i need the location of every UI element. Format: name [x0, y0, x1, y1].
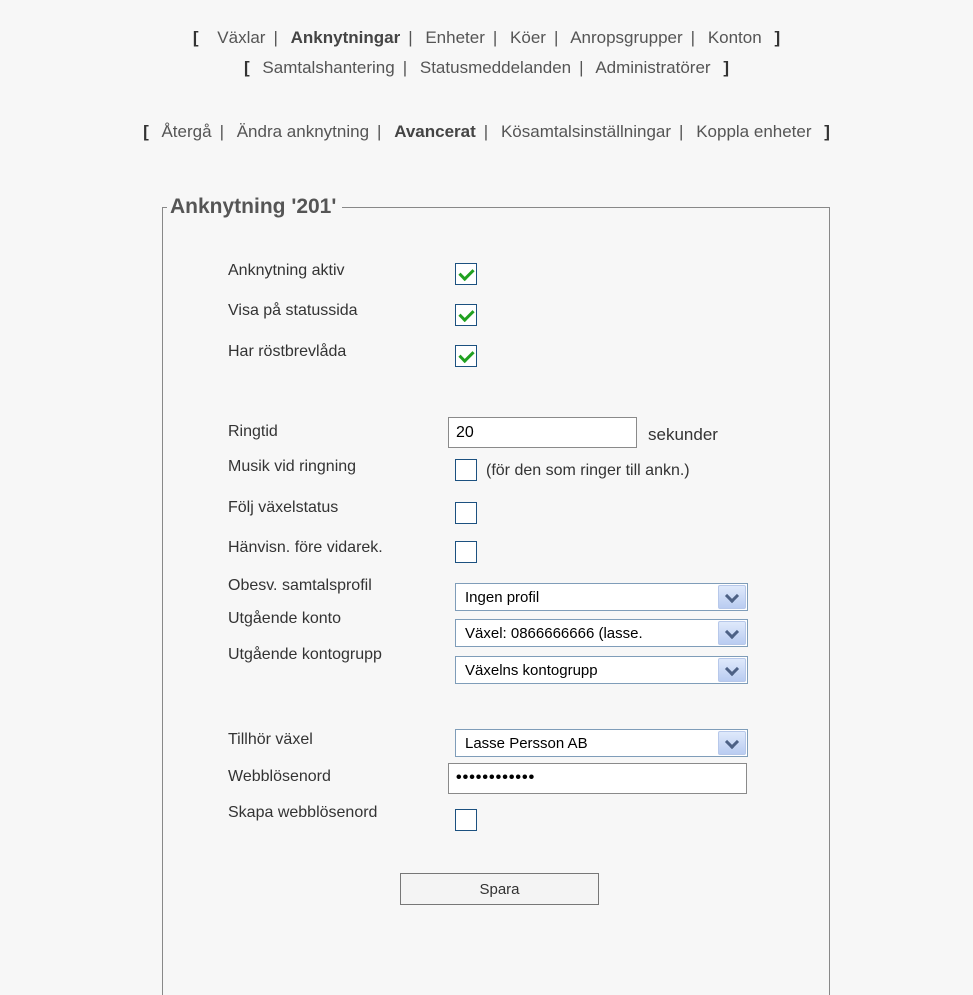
label-follow-status: Följ växelstatus [228, 499, 339, 516]
nav-konton[interactable]: Konton [708, 28, 762, 47]
chevron-down-icon[interactable] [718, 621, 746, 645]
label-unanswered-profile: Obesv. samtalsprofil [228, 577, 372, 594]
nav-samtalshantering[interactable]: Samtalshantering [262, 58, 394, 77]
chevron-down-icon[interactable] [718, 658, 746, 682]
bracket-open: [ [192, 28, 199, 47]
label-web-password: Webblösenord [228, 768, 331, 785]
web-password-input[interactable] [448, 763, 747, 794]
fieldset-legend: Anknytning '201' [170, 195, 337, 218]
bracket-close: ] [723, 58, 729, 77]
label-music: Musik vid ringning [228, 458, 357, 475]
label-active: Anknytning aktiv [228, 262, 345, 279]
label-status-page: Visa på statussida [228, 302, 358, 319]
main-nav-row-1: [ Växlar | Anknytningar | Enheter | Köer | A… [192, 28, 781, 47]
nav-anropsgrupper[interactable]: Anropsgrupper [570, 28, 682, 47]
label-referral: Hänvisn. före vidarek. [228, 539, 383, 556]
outgoing-group-select[interactable]: Växelns kontogrupp [455, 656, 748, 684]
label-outgoing-account: Utgående konto [228, 610, 341, 627]
select-value: Lasse Persson AB [465, 735, 588, 752]
select-value: Växelns kontogrupp [465, 662, 598, 679]
label-outgoing-group: Utgående kontogrupp [228, 646, 382, 663]
subnav-kosamtalsinstallningar[interactable]: Kösamtalsinställningar [501, 122, 671, 141]
select-value: Ingen profil [465, 589, 540, 606]
outgoing-account-select[interactable]: Växel: 0866666666 (lasse. [455, 619, 748, 647]
sub-nav: [ Återgå | Ändra anknytning | Avancerat | K… [143, 122, 830, 141]
checkbox-voicemail[interactable] [455, 345, 477, 367]
bracket-open: [ [244, 58, 250, 77]
nav-statusmeddelanden[interactable]: Statusmeddelanden [420, 58, 571, 77]
chevron-down-icon[interactable] [718, 731, 746, 755]
chevron-down-icon[interactable] [718, 585, 746, 609]
belongs-to-select[interactable]: Lasse Persson AB [455, 729, 748, 757]
nav-administratorer[interactable]: Administratörer [595, 58, 710, 77]
nav-koer[interactable]: Köer [510, 28, 546, 47]
checkbox-follow-status[interactable] [455, 502, 477, 524]
main-nav-row-2: [ Samtalshantering | Statusmeddelanden | A… [244, 58, 729, 77]
bracket-close: ] [774, 28, 781, 47]
subnav-koppla-enheter[interactable]: Koppla enheter [696, 122, 811, 141]
subnav-andra-anknytning[interactable]: Ändra anknytning [237, 122, 369, 141]
checkbox-referral[interactable] [455, 541, 477, 563]
checkbox-music[interactable] [455, 459, 477, 481]
subnav-avancerat[interactable]: Avancerat [394, 122, 476, 141]
label-create-web-password: Skapa webblösenord [228, 804, 378, 821]
bracket-close: ] [824, 122, 830, 141]
select-value: Växel: 0866666666 (lasse. [465, 625, 643, 642]
label-belongs-to: Tillhör växel [228, 731, 313, 748]
nav-vaxlar[interactable]: Växlar [217, 28, 265, 47]
subnav-atergaa[interactable]: Återgå [161, 122, 211, 141]
nav-anknytningar[interactable]: Anknytningar [291, 28, 401, 47]
label-voicemail: Har röstbrevlåda [228, 343, 347, 360]
checkbox-active[interactable] [455, 263, 477, 285]
bracket-open: [ [143, 122, 149, 141]
checkbox-status-page[interactable] [455, 304, 477, 326]
music-note: (för den som ringer till ankn.) [486, 462, 690, 479]
nav-enheter[interactable]: Enheter [425, 28, 485, 47]
label-ringtime: Ringtid [228, 423, 278, 440]
save-button[interactable]: Spara [400, 873, 599, 905]
unanswered-profile-select[interactable]: Ingen profil [455, 583, 748, 611]
ringtime-unit: sekunder [648, 425, 718, 444]
ringtime-input[interactable] [448, 417, 637, 448]
checkbox-create-web-password[interactable] [455, 809, 477, 831]
